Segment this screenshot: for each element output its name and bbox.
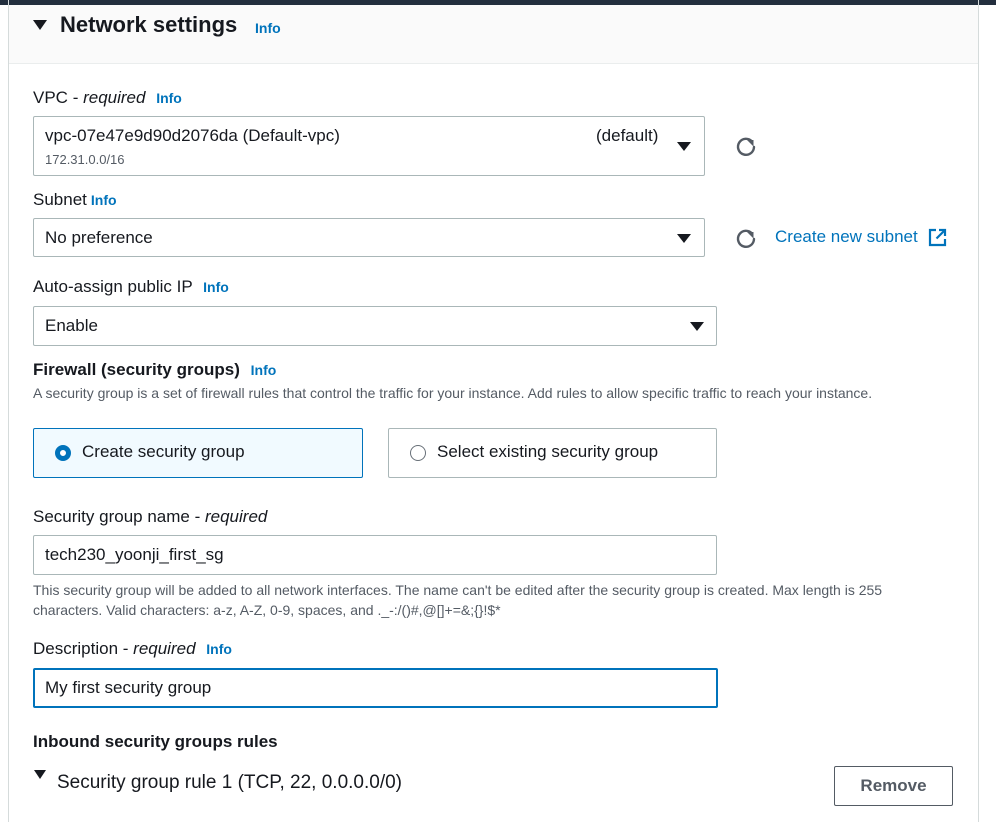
vpc-select[interactable]: vpc-07e47e9d90d2076da (Default-vpc) 172.… (33, 116, 705, 176)
radio-unselected-icon[interactable] (410, 445, 426, 461)
section-info-link[interactable]: Info (255, 20, 281, 36)
remove-button[interactable]: Remove (834, 766, 953, 806)
create-subnet-link-text: Create new subnet (775, 227, 918, 246)
firewall-label: Firewall (security groups) Info (33, 360, 276, 380)
sg-name-label: Security group name - required (33, 507, 268, 526)
subnet-value: No preference (45, 228, 153, 247)
auto-ip-label: Auto-assign public IP Info (33, 277, 229, 297)
create-security-group-option[interactable]: Create security group (33, 428, 363, 478)
subnet-select[interactable]: No preference (33, 218, 705, 257)
required-text: required (83, 88, 146, 107)
vpc-info-link[interactable]: Info (156, 90, 182, 106)
auto-ip-value: Enable (45, 316, 98, 335)
required-text: required (133, 639, 196, 658)
vpc-value: vpc-07e47e9d90d2076da (Default-vpc) (45, 126, 340, 145)
vpc-default-tag: (default) (596, 126, 659, 145)
panel-border (978, 0, 979, 822)
auto-ip-select[interactable]: Enable (33, 306, 717, 346)
create-security-group-label: Create security group (82, 442, 245, 461)
refresh-icon[interactable] (735, 135, 757, 157)
auto-ip-label-text: Auto-assign public IP (33, 277, 193, 296)
radio-selected-icon[interactable] (55, 445, 71, 461)
subnet-info-link[interactable]: Info (91, 192, 117, 208)
expand-caret-icon[interactable] (34, 770, 46, 779)
subnet-label: Subnet Info (33, 190, 117, 210)
required-text: required (204, 507, 268, 526)
sg-name-help: This security group will be added to all… (33, 582, 883, 618)
collapse-caret-icon[interactable] (33, 20, 47, 30)
description-input[interactable]: My first security group (33, 668, 718, 708)
dropdown-caret-icon (690, 322, 704, 331)
section-title: Network settings (60, 12, 238, 37)
create-subnet-link[interactable]: Create new subnet (775, 227, 918, 247)
vpc-label-text: VPC (33, 88, 68, 107)
rule-title[interactable]: Security group rule 1 (TCP, 22, 0.0.0.0/… (57, 772, 402, 794)
sg-name-input[interactable]: tech230_yoonji_first_sg (33, 535, 717, 575)
select-existing-security-group-label: Select existing security group (437, 442, 659, 461)
sg-name-label-text: Security group name (33, 507, 190, 526)
firewall-description: A security group is a set of firewall ru… (33, 385, 873, 401)
inbound-rules-heading: Inbound security groups rules (33, 732, 278, 751)
dropdown-caret-icon (677, 142, 691, 151)
auto-ip-info-link[interactable]: Info (203, 279, 229, 295)
description-label-text: Description (33, 639, 119, 658)
external-link-icon[interactable] (928, 228, 947, 247)
description-label: Description - required Info (33, 639, 232, 658)
vpc-cidr: 172.31.0.0/16 (45, 152, 125, 167)
dropdown-caret-icon (677, 234, 691, 243)
description-info-link[interactable]: Info (206, 641, 232, 657)
firewall-label-text: Firewall (security groups) (33, 360, 240, 379)
refresh-icon[interactable] (735, 227, 757, 249)
subnet-label-text: Subnet (33, 190, 87, 209)
vpc-label: VPC - required Info (33, 88, 182, 107)
panel-border (8, 0, 9, 822)
select-existing-security-group-option[interactable]: Select existing security group (388, 428, 717, 478)
firewall-info-link[interactable]: Info (251, 362, 277, 378)
